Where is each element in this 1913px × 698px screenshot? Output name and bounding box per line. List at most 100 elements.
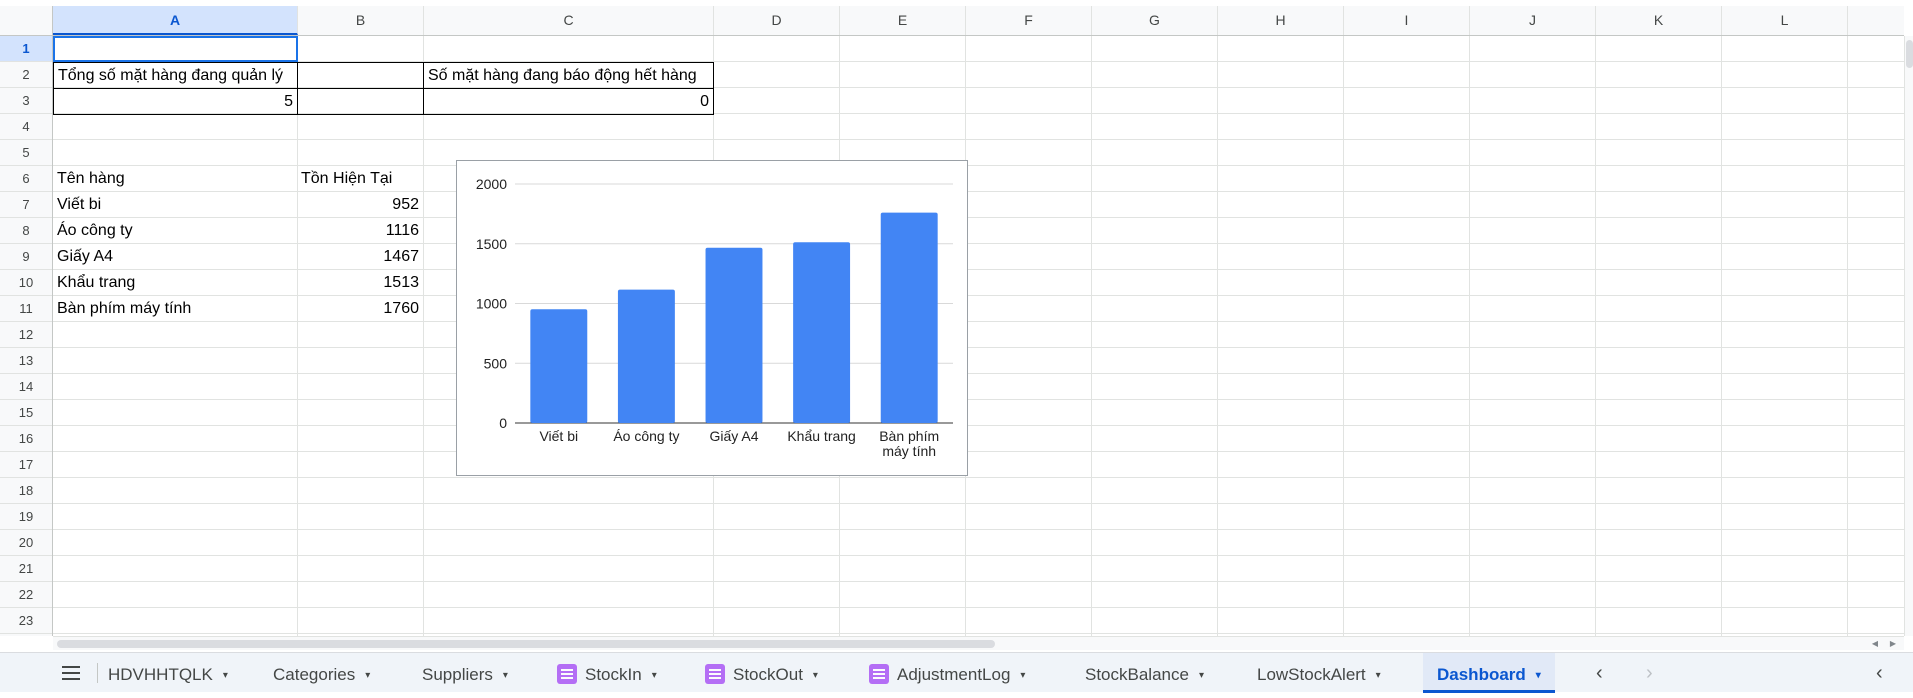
all-sheets-menu-icon[interactable] — [62, 666, 80, 680]
tab-stockout[interactable]: StockOut ▾ — [705, 653, 818, 692]
caret-down-icon[interactable]: ▾ — [652, 654, 657, 698]
caret-down-icon[interactable]: ▾ — [1199, 654, 1204, 698]
scroll-right-icon[interactable]: ▶ — [1884, 637, 1902, 650]
caret-down-icon[interactable]: ▾ — [1536, 654, 1541, 698]
table-row-stock[interactable]: 1467 — [297, 244, 423, 270]
row-header[interactable]: 10 — [0, 270, 52, 296]
row-header[interactable]: 16 — [0, 426, 52, 452]
row-header[interactable]: 12 — [0, 322, 52, 348]
cell-b3[interactable] — [297, 88, 424, 115]
row-header[interactable]: 21 — [0, 556, 52, 582]
row-header[interactable]: 3 — [0, 88, 52, 114]
table-row-name[interactable]: Bàn phím máy tính — [53, 296, 297, 322]
select-all-corner[interactable] — [0, 6, 53, 35]
scroll-left-icon[interactable]: ◀ — [1866, 637, 1884, 650]
caret-down-icon[interactable]: ▾ — [223, 654, 228, 698]
row-header[interactable]: 9 — [0, 244, 52, 270]
bar[interactable] — [617, 289, 675, 423]
row-header[interactable]: 19 — [0, 504, 52, 530]
column-header-l[interactable]: L — [1722, 6, 1848, 35]
row-header[interactable]: 7 — [0, 192, 52, 218]
bar[interactable] — [880, 212, 938, 423]
row-header[interactable]: 13 — [0, 348, 52, 374]
row-header[interactable]: 2 — [0, 62, 52, 88]
column-header-c[interactable]: C — [424, 6, 714, 35]
tab-suppliers[interactable]: Suppliers ▾ — [422, 653, 508, 692]
table-row-stock[interactable]: 952 — [297, 192, 423, 218]
bar[interactable] — [530, 309, 588, 423]
row-header[interactable]: 4 — [0, 114, 52, 140]
x-tick-label: Khẩu trang — [787, 428, 856, 444]
table-row-name[interactable]: Giấy A4 — [53, 244, 297, 270]
row-header[interactable]: 22 — [0, 582, 52, 608]
table-row-stock[interactable]: 1513 — [297, 270, 423, 296]
column-header-g[interactable]: G — [1092, 6, 1218, 35]
vertical-scroll-thumb[interactable] — [1906, 40, 1913, 68]
row-header[interactable]: 17 — [0, 452, 52, 478]
alert-items-value[interactable]: 0 — [423, 88, 714, 115]
table-row-name[interactable]: Áo công ty — [53, 218, 297, 244]
column-header-k[interactable]: K — [1596, 6, 1722, 35]
table-row-name[interactable]: Khẩu trang — [53, 270, 297, 296]
row-header[interactable]: 14 — [0, 374, 52, 400]
table-row-name[interactable]: Viết bi — [53, 192, 297, 218]
selected-cell-a1[interactable] — [53, 36, 298, 62]
total-items-value[interactable]: 5 — [53, 88, 298, 115]
tab-hdvhhtqlk[interactable]: HDVHHTQLK ▾ — [108, 653, 228, 692]
row-gridline — [53, 529, 1904, 530]
chevron-right-icon[interactable]: › — [1646, 653, 1653, 693]
row-header[interactable]: 8 — [0, 218, 52, 244]
column-header-j[interactable]: J — [1470, 6, 1596, 35]
column-header-f[interactable]: F — [966, 6, 1092, 35]
row-header[interactable]: 23 — [0, 608, 52, 634]
x-tick-label-line: Khẩu trang — [787, 428, 856, 444]
tab-stockbalance[interactable]: StockBalance ▾ — [1085, 653, 1204, 692]
row-gridline — [53, 347, 1904, 348]
column-header-i[interactable]: I — [1344, 6, 1470, 35]
table-header-stock[interactable]: Tồn Hiện Tại — [297, 166, 423, 192]
row-header[interactable]: 6 — [0, 166, 52, 192]
horizontal-scroll-thumb[interactable] — [57, 640, 995, 648]
tab-label: Dashboard — [1437, 665, 1526, 684]
caret-down-icon[interactable]: ▾ — [1020, 654, 1025, 698]
tab-categories[interactable]: Categories ▾ — [273, 653, 370, 692]
row-header[interactable]: 15 — [0, 400, 52, 426]
table-header-name[interactable]: Tên hàng — [53, 166, 297, 192]
alert-items-label[interactable]: Số mặt hàng đang báo động hết hàng — [423, 62, 714, 89]
row-gridline — [53, 399, 1904, 400]
column-header-d[interactable]: D — [714, 6, 840, 35]
tab-adjustmentlog[interactable]: AdjustmentLog ▾ — [869, 653, 1025, 692]
table-row-stock[interactable]: 1116 — [297, 218, 423, 244]
cell-b2[interactable] — [297, 62, 424, 89]
stock-bar-chart[interactable]: 0 500 1000 1500 2000 Viết bi Áo công ty Giấy A4… — [456, 160, 968, 476]
column-header-b[interactable]: B — [298, 6, 424, 35]
tab-dashboard[interactable]: Dashboard ▾ — [1423, 653, 1555, 693]
collapse-sidebar-icon[interactable]: ‹ — [1876, 653, 1883, 693]
row-header[interactable]: 1 — [0, 36, 52, 62]
tab-stockin[interactable]: StockIn ▾ — [557, 653, 657, 692]
chevron-left-icon[interactable]: ‹ — [1596, 653, 1603, 693]
tab-label: LowStockAlert — [1257, 665, 1366, 684]
table-row-stock[interactable]: 1760 — [297, 296, 423, 322]
column-header-e[interactable]: E — [840, 6, 966, 35]
row-header[interactable]: 5 — [0, 140, 52, 166]
bar[interactable] — [793, 242, 851, 423]
horizontal-scrollbar[interactable]: ◀ ▶ — [53, 636, 1904, 650]
x-tick-label: Giấy A4 — [709, 428, 758, 444]
column-header-a[interactable]: A — [53, 6, 298, 35]
spreadsheet-grid[interactable]: A B C D E F G H I J K L 1 2 3 4 5 6 7 8 9 10 11 12 1… — [0, 0, 1913, 652]
cell-area[interactable]: Tổng số mặt hàng đang quản lý Số mặt hàn… — [53, 36, 1904, 636]
row-header[interactable]: 20 — [0, 530, 52, 556]
tab-label: HDVHHTQLK — [108, 665, 213, 684]
column-header-h[interactable]: H — [1218, 6, 1344, 35]
vertical-scrollbar[interactable] — [1904, 36, 1913, 636]
bar[interactable] — [705, 247, 763, 423]
row-header[interactable]: 18 — [0, 478, 52, 504]
caret-down-icon[interactable]: ▾ — [503, 654, 508, 698]
caret-down-icon[interactable]: ▾ — [365, 654, 370, 698]
caret-down-icon[interactable]: ▾ — [1376, 654, 1381, 698]
tab-lowstockalert[interactable]: LowStockAlert ▾ — [1257, 653, 1381, 692]
row-header[interactable]: 11 — [0, 296, 52, 322]
caret-down-icon[interactable]: ▾ — [813, 654, 818, 698]
total-items-label[interactable]: Tổng số mặt hàng đang quản lý — [53, 62, 298, 89]
